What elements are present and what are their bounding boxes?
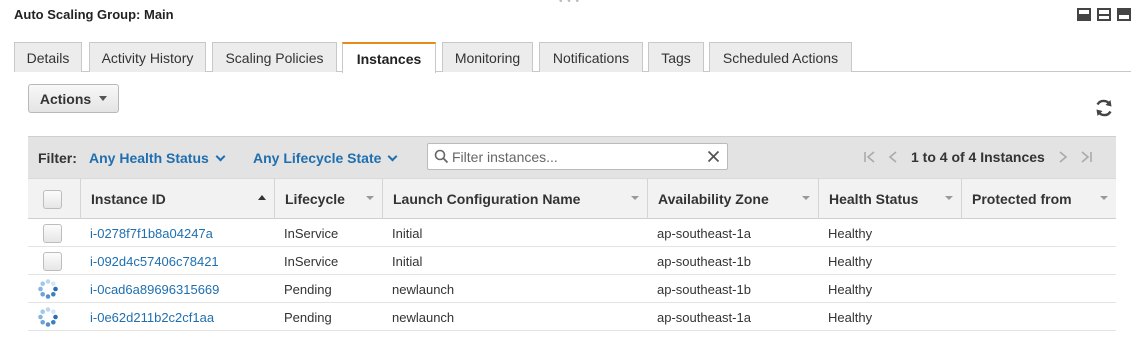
- tab-bar: Details Activity History Scaling Policie…: [14, 42, 1131, 73]
- loading-spinner-icon: [38, 307, 58, 327]
- sort-icon: [1100, 196, 1108, 200]
- row-select-cell: [37, 303, 59, 331]
- launch-config-cell: Initial: [392, 225, 423, 241]
- column-label: Availability Zone: [658, 191, 769, 207]
- column-label: Health Status: [829, 191, 919, 207]
- lifecycle-state-dropdown[interactable]: Any Lifecycle State: [253, 150, 398, 166]
- pagination: 1 to 4 of 4 Instances: [863, 149, 1093, 165]
- prev-page-icon[interactable]: [887, 150, 899, 164]
- sort-icon: [802, 196, 810, 200]
- sort-icon: [945, 196, 953, 200]
- availability-zone-cell: ap-southeast-1a: [657, 225, 751, 241]
- first-page-icon[interactable]: [863, 150, 877, 164]
- row-checkbox[interactable]: [43, 223, 62, 243]
- table-row[interactable]: i-0278f7f1b8a04247a InService Initial ap-so…: [28, 219, 1116, 247]
- tab-notifications[interactable]: Notifications: [539, 42, 643, 72]
- column-instance-id[interactable]: Instance ID: [80, 179, 274, 219]
- filter-search: [427, 143, 728, 170]
- table-row[interactable]: i-092d4c57406c78421 InService Initial ap-so…: [28, 247, 1116, 275]
- row-checkbox[interactable]: [43, 251, 62, 271]
- instance-id-link[interactable]: i-092d4c57406c78421: [90, 247, 219, 275]
- tab-scaling-policies[interactable]: Scaling Policies: [212, 42, 337, 72]
- layout-top-icon[interactable]: [1117, 8, 1131, 21]
- row-select-cell: [37, 275, 59, 303]
- column-protected-from[interactable]: Protected from: [961, 179, 1116, 219]
- select-all-checkbox[interactable]: [43, 189, 62, 209]
- availability-zone-cell: ap-southeast-1b: [657, 253, 751, 269]
- select-all-cell: [28, 179, 80, 219]
- column-label: Lifecycle: [285, 191, 345, 207]
- instance-id-link[interactable]: i-0278f7f1b8a04247a: [90, 219, 213, 247]
- column-launch-config[interactable]: Launch Configuration Name: [382, 179, 647, 219]
- layout-controls: [1077, 8, 1131, 21]
- row-select-cell: [43, 219, 62, 247]
- loading-spinner-icon: [38, 279, 58, 299]
- health-status-value: Any Health Status: [89, 150, 209, 166]
- chevron-down-icon: [215, 151, 226, 161]
- instance-id-link[interactable]: i-0e62d211b2c2cf1aa: [90, 303, 214, 331]
- layout-split-icon[interactable]: [1097, 8, 1111, 21]
- launch-config-cell: newlaunch: [392, 281, 455, 297]
- tab-scheduled-actions[interactable]: Scheduled Actions: [709, 42, 852, 72]
- last-page-icon[interactable]: [1079, 150, 1093, 164]
- tab-activity-history[interactable]: Activity History: [89, 42, 206, 72]
- launch-config-cell: newlaunch: [392, 309, 455, 325]
- column-label: Protected from: [972, 191, 1072, 207]
- health-status-dropdown[interactable]: Any Health Status: [89, 150, 226, 166]
- instance-id-link[interactable]: i-0cad6a89696315669: [90, 275, 219, 303]
- panel-title: Auto Scaling Group: Main: [14, 7, 174, 22]
- tab-monitoring[interactable]: Monitoring: [442, 42, 533, 72]
- table-row[interactable]: i-0cad6a89696315669 Pending newlaunch ap-so…: [28, 275, 1116, 303]
- lifecycle-cell: InService: [284, 253, 339, 269]
- availability-zone-cell: ap-southeast-1b: [657, 281, 751, 297]
- column-label: Instance ID: [91, 191, 166, 207]
- chevron-down-icon: [99, 96, 108, 101]
- launch-config-cell: Initial: [392, 253, 423, 269]
- table-header: Instance ID Lifecycle Launch Configurati…: [28, 178, 1116, 219]
- drag-handle[interactable]: • • •: [559, 0, 580, 7]
- actions-label: Actions: [39, 90, 92, 107]
- layout-bottom-icon[interactable]: [1077, 8, 1091, 21]
- lifecycle-cell: InService: [284, 225, 339, 241]
- lifecycle-state-value: Any Lifecycle State: [253, 150, 382, 166]
- health-status-cell: Healthy: [828, 225, 873, 241]
- refresh-icon[interactable]: [1093, 97, 1115, 119]
- tab-instances[interactable]: Instances: [342, 42, 436, 73]
- filter-bar: Filter: Any Health Status Any Lifecycle …: [28, 136, 1116, 178]
- column-label: Launch Configuration Name: [393, 191, 581, 207]
- actions-button[interactable]: Actions: [28, 84, 119, 113]
- search-icon: [434, 149, 449, 164]
- filter-instances-input[interactable]: [452, 144, 702, 169]
- sort-icon: [631, 196, 639, 200]
- health-status-cell: Healthy: [828, 309, 873, 325]
- next-page-icon[interactable]: [1057, 150, 1069, 164]
- row-select-cell: [43, 247, 62, 275]
- tab-details[interactable]: Details: [14, 42, 82, 72]
- column-lifecycle[interactable]: Lifecycle: [274, 179, 382, 219]
- sort-icon: [366, 196, 374, 200]
- column-health-status[interactable]: Health Status: [818, 179, 961, 219]
- chevron-down-icon: [387, 151, 398, 161]
- sort-ascending-icon: [258, 195, 266, 200]
- health-status-cell: Healthy: [828, 281, 873, 297]
- filter-label: Filter:: [38, 150, 77, 166]
- column-availability-zone[interactable]: Availability Zone: [647, 179, 818, 219]
- pagination-count: 1 to 4 of 4 Instances: [911, 149, 1045, 165]
- table-row[interactable]: i-0e62d211b2c2cf1aa Pending newlaunch ap-so…: [28, 303, 1116, 331]
- clear-icon[interactable]: [707, 150, 720, 163]
- health-status-cell: Healthy: [828, 253, 873, 269]
- lifecycle-cell: Pending: [284, 281, 332, 297]
- tab-tags[interactable]: Tags: [648, 42, 704, 72]
- availability-zone-cell: ap-southeast-1a: [657, 309, 751, 325]
- lifecycle-cell: Pending: [284, 309, 332, 325]
